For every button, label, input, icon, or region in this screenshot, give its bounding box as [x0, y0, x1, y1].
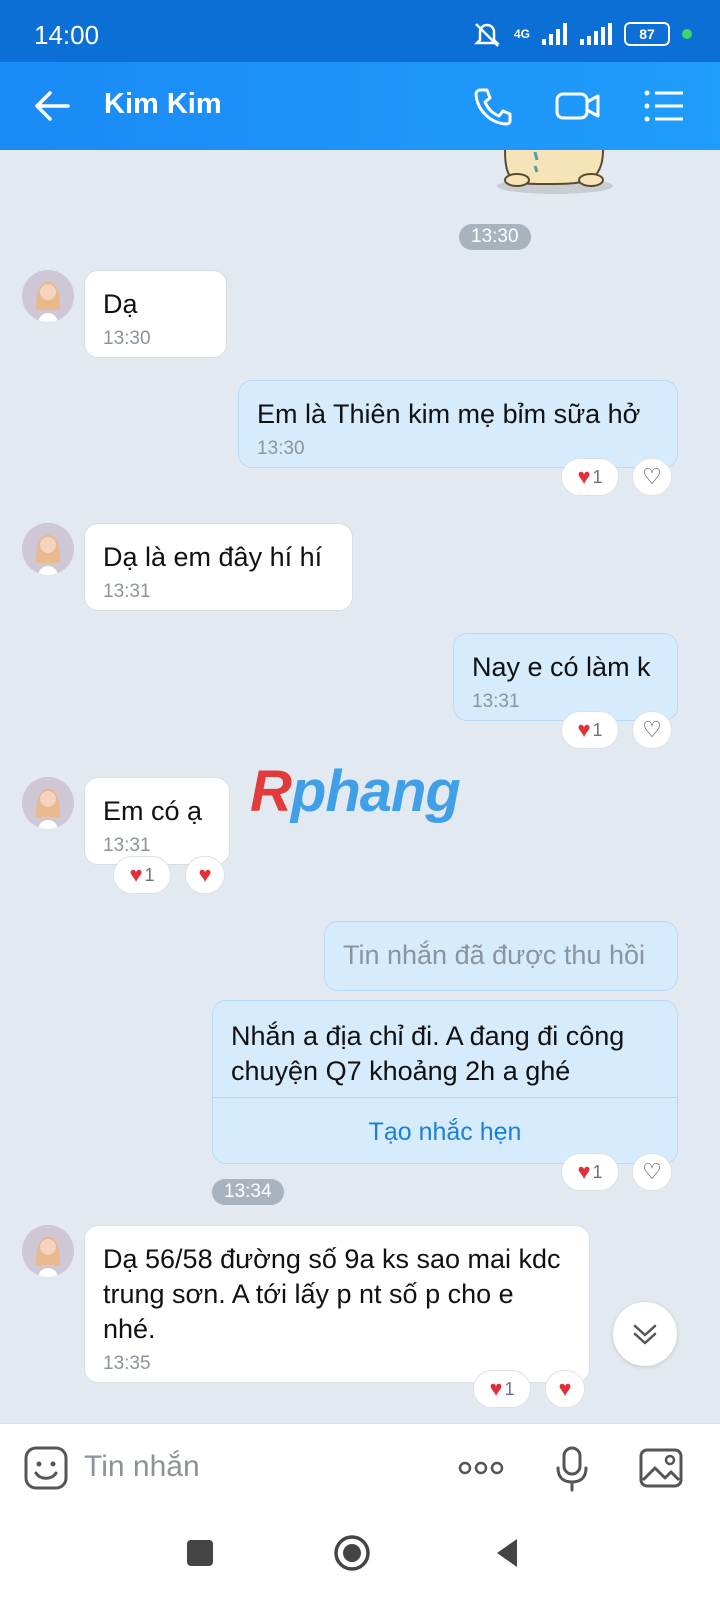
reaction-heart-count[interactable]: ♥ 1 — [113, 856, 171, 894]
reaction-count: 1 — [592, 1161, 603, 1182]
message-text: Em có ạ — [103, 796, 203, 826]
message-time: 13:31 — [103, 581, 151, 602]
back-arrow-icon[interactable] — [32, 84, 72, 128]
message-bubble-incoming[interactable]: Dạ là em đây hí hí 13:31 — [84, 523, 353, 611]
create-reminder-link[interactable]: Tạo nhắc hẹn — [213, 1115, 677, 1150]
heart-icon: ♥ — [198, 862, 212, 887]
heart-outline-icon: ♡ — [642, 464, 662, 489]
microphone-icon[interactable] — [548, 1444, 596, 1492]
contact-name[interactable]: Kim Kim — [104, 88, 222, 121]
reaction-count: 1 — [144, 864, 155, 885]
heart-outline-icon: ♡ — [642, 1159, 662, 1184]
message-bubble-incoming[interactable]: Dạ 56/58 đường số 9a ks sao mai kdc trun… — [84, 1225, 590, 1383]
message-time: 13:31 — [472, 691, 520, 712]
video-call-icon[interactable] — [555, 84, 601, 128]
reaction-count: 1 — [592, 719, 603, 740]
privacy-dot-icon — [682, 29, 692, 39]
avatar-image — [22, 270, 74, 322]
recalled-message-text: Tin nhắn đã được thu hồi — [343, 940, 645, 970]
avatar-image — [22, 1225, 74, 1277]
reaction-heart-count[interactable]: ♥ 1 — [561, 711, 619, 749]
time-separator: 13:34 — [212, 1179, 284, 1205]
heart-icon: ♥ — [577, 464, 591, 489]
chat-area[interactable]: 13:30 Dạ 13:30 Em là Thiên kim mẹ bỉm sữ… — [0, 150, 720, 1423]
message-input-bar: Tin nhắn — [0, 1423, 720, 1511]
avatar[interactable] — [22, 270, 74, 322]
heart-icon: ♥ — [577, 717, 591, 742]
message-text: Dạ là em đây hí hí — [103, 542, 323, 572]
avatar-image — [22, 523, 74, 575]
avatar[interactable] — [22, 777, 74, 829]
message-time: 13:31 — [103, 835, 151, 856]
phone-call-icon[interactable] — [470, 84, 514, 128]
message-input[interactable]: Tin nhắn — [84, 1450, 200, 1484]
heart-icon: ♥ — [577, 1159, 591, 1184]
add-reaction-button[interactable]: ♡ — [632, 458, 672, 496]
message-time: 13:30 — [103, 328, 151, 349]
message-text: Nhắn a địa chỉ đi. A đang đi công chuyện… — [231, 1021, 625, 1086]
message-bubble-incoming[interactable]: Dạ 13:30 — [84, 270, 227, 358]
avatar[interactable] — [22, 1225, 74, 1277]
message-text: Dạ — [103, 289, 138, 319]
add-reaction-button[interactable]: ♥ — [545, 1370, 585, 1408]
status-time: 14:00 — [34, 20, 100, 50]
avatar-image — [22, 777, 74, 829]
status-bar: 14:00 4G 87 — [0, 0, 720, 62]
status-icons: 4G 87 — [472, 20, 692, 48]
signal-icon-2 — [580, 23, 612, 45]
heart-icon: ♥ — [129, 862, 143, 887]
reaction-count: 1 — [504, 1378, 515, 1399]
avatar[interactable] — [22, 523, 74, 575]
message-bubble-outgoing[interactable]: Nhắn a địa chỉ đi. A đang đi công chuyện… — [212, 1000, 678, 1164]
battery-icon: 87 — [624, 22, 670, 46]
heart-icon: ♥ — [558, 1376, 572, 1401]
add-reaction-button[interactable]: ♡ — [632, 711, 672, 749]
time-separator: 13:30 — [459, 224, 531, 250]
home-icon[interactable] — [332, 1533, 372, 1573]
signal-icon — [542, 23, 567, 45]
emoji-sticker-icon[interactable] — [22, 1444, 70, 1492]
double-chevron-down-icon — [633, 1324, 657, 1345]
reaction-heart-count[interactable]: ♥ 1 — [473, 1370, 531, 1408]
mute-icon — [473, 23, 501, 47]
add-reaction-button[interactable]: ♥ — [185, 856, 225, 894]
watermark-logo: Rphang — [250, 759, 461, 824]
message-text: Nay e có làm k — [472, 652, 651, 682]
heart-outline-icon: ♡ — [642, 717, 662, 742]
menu-list-icon[interactable] — [642, 84, 686, 128]
image-gallery-icon[interactable] — [637, 1444, 685, 1492]
network-type: 4G — [513, 27, 530, 41]
message-bubble-outgoing[interactable]: Em là Thiên kim mẹ bỉm sữa hở 13:30 — [238, 380, 678, 468]
message-bubble-outgoing[interactable]: Nay e có làm k 13:31 — [453, 633, 678, 721]
message-bubble-recalled: Tin nhắn đã được thu hồi — [324, 921, 678, 991]
reaction-heart-count[interactable]: ♥ 1 — [561, 1153, 619, 1191]
heart-icon: ♥ — [489, 1376, 503, 1401]
back-nav-icon[interactable] — [487, 1533, 527, 1573]
system-navigation-bar — [0, 1511, 720, 1600]
message-bubble-incoming[interactable]: Em có ạ 13:31 — [84, 777, 230, 865]
reaction-count: 1 — [592, 466, 603, 487]
divider — [213, 1097, 677, 1098]
more-options-icon[interactable] — [456, 1444, 506, 1492]
message-text: Em là Thiên kim mẹ bỉm sữa hở — [257, 399, 641, 429]
add-reaction-button[interactable]: ♡ — [632, 1153, 672, 1191]
recent-apps-icon[interactable] — [180, 1533, 220, 1573]
chat-header: Kim Kim — [0, 62, 720, 150]
reaction-heart-count[interactable]: ♥ 1 — [561, 458, 619, 496]
message-text: Dạ 56/58 đường số 9a ks sao mai kdc trun… — [103, 1244, 561, 1344]
sticker-image[interactable] — [495, 150, 625, 200]
scroll-to-bottom-button[interactable] — [613, 1302, 677, 1366]
